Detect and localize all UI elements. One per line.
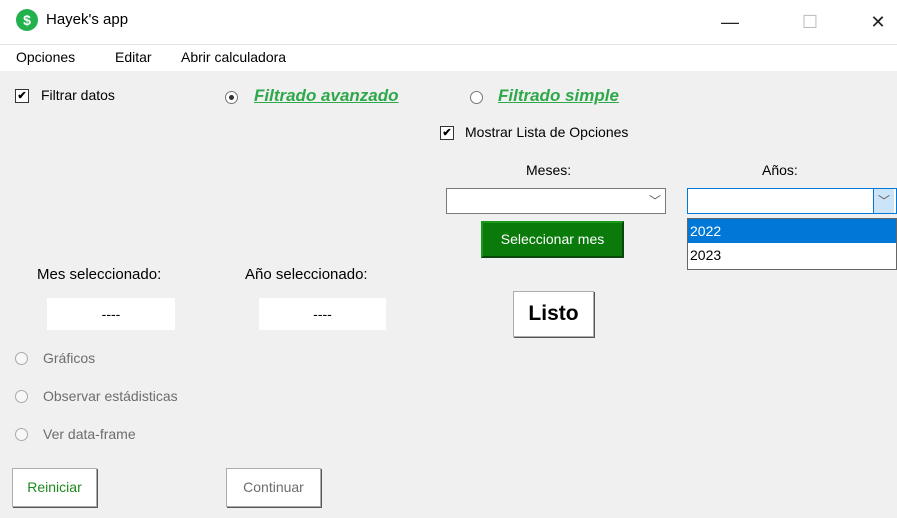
years-dropdown-list: 2022 2023 (687, 218, 897, 270)
months-combobox[interactable]: ﹀ (446, 188, 666, 214)
selected-month-value: ---- (47, 298, 175, 330)
months-label: Meses: (526, 162, 572, 178)
statistics-label: Observar estádisticas (43, 388, 178, 404)
selected-year-label: Año seleccionado: (245, 266, 368, 283)
advanced-filter-link[interactable]: Filtrado avanzado (254, 86, 399, 106)
menu-editar[interactable]: Editar (115, 49, 152, 65)
show-options-checkbox[interactable]: ✔ (440, 126, 454, 140)
year-option-2023[interactable]: 2023 (688, 243, 896, 267)
title-bar (0, 0, 897, 44)
select-month-button[interactable]: Seleccionar mes (481, 221, 624, 258)
filter-data-checkbox[interactable]: ✔ (15, 89, 29, 103)
menu-abrir-calculadora[interactable]: Abrir calculadora (181, 49, 286, 65)
dataframe-label: Ver data-frame (43, 426, 136, 442)
menu-opciones[interactable]: Opciones (16, 49, 75, 65)
maximize-button[interactable]: ☐ (787, 0, 833, 44)
minimize-button[interactable]: — (707, 0, 753, 44)
filter-data-label: Filtrar datos (41, 87, 115, 103)
simple-filter-link[interactable]: Filtrado simple (498, 86, 619, 106)
window-title: Hayek's app (46, 11, 129, 28)
selected-year-value: ---- (259, 298, 386, 330)
years-combobox[interactable]: ﹀ (687, 188, 897, 214)
years-label: Años: (762, 162, 798, 178)
simple-filter-radio[interactable] (470, 91, 483, 104)
listo-button[interactable]: Listo (513, 291, 594, 337)
dataframe-radio[interactable] (15, 428, 28, 441)
charts-radio[interactable] (15, 352, 28, 365)
close-button[interactable]: ✕ (855, 0, 897, 44)
dollar-app-icon: $ (16, 9, 38, 31)
statistics-radio[interactable] (15, 390, 28, 403)
show-options-label: Mostrar Lista de Opciones (465, 124, 629, 140)
year-option-2022[interactable]: 2022 (688, 219, 896, 243)
continue-button[interactable]: Continuar (226, 468, 321, 507)
selected-month-label: Mes seleccionado: (37, 266, 162, 283)
charts-label: Gráficos (43, 350, 96, 366)
reset-button[interactable]: Reiniciar (12, 468, 97, 507)
chevron-down-icon[interactable]: ﹀ (645, 189, 665, 213)
chevron-down-icon[interactable]: ﹀ (873, 189, 894, 213)
advanced-filter-radio[interactable] (225, 91, 238, 104)
